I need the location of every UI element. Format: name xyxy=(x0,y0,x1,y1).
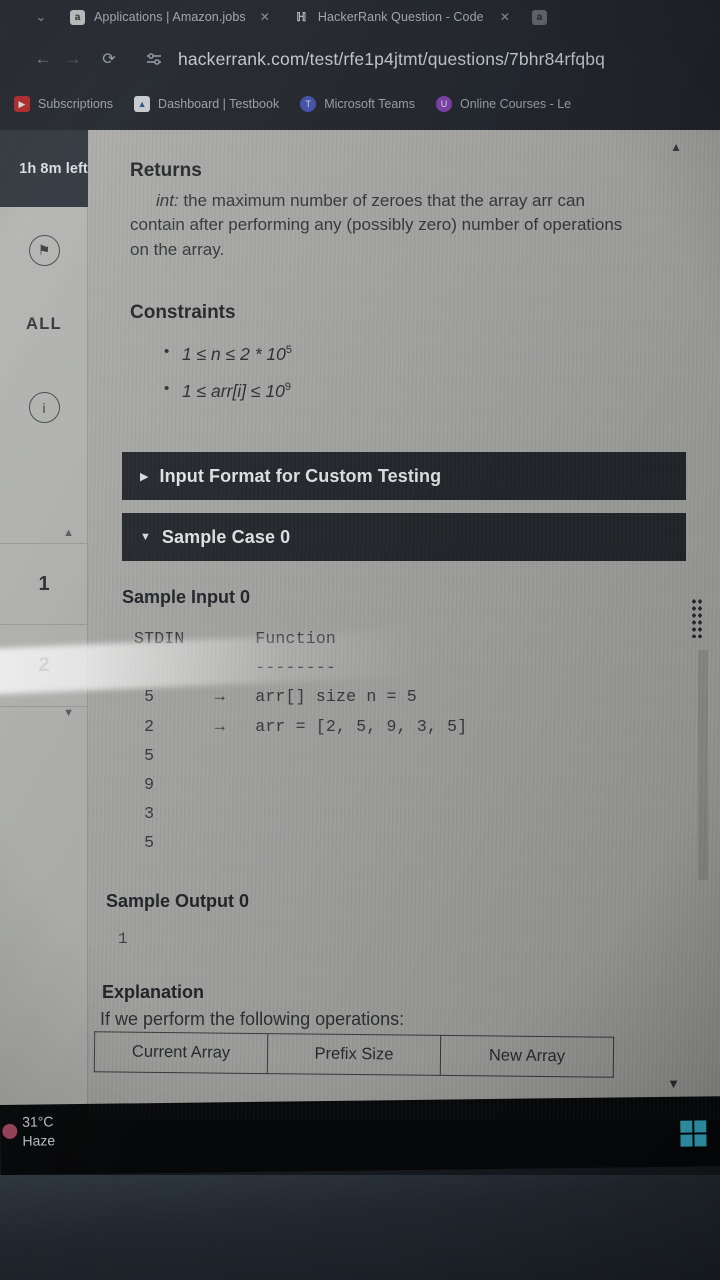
browser-chrome: ⌄ a Applications | Amazon.jobs ✕ ℍ Hacke… xyxy=(0,0,720,130)
constraint-text: 1 ≤ n ≤ 2 * 10 xyxy=(182,344,286,365)
returns-heading: Returns xyxy=(130,160,202,181)
address-bar-row: ← → ⟳ hackerrank.com/test/rfe1p4jtmt/que… xyxy=(0,34,720,84)
bookmark-subscriptions[interactable]: ▶ Subscriptions xyxy=(14,96,113,112)
bookmark-testbook[interactable]: ▲ Dashboard | Testbook xyxy=(134,96,279,112)
question-body: Returns int: the maximum number of zeroe… xyxy=(88,130,720,402)
sample-output-code: 1 xyxy=(118,929,128,948)
explanation-heading: Explanation xyxy=(102,981,205,1002)
section-sample-case-0[interactable]: ▼ Sample Case 0 xyxy=(122,513,686,562)
section-label: Sample Case 0 xyxy=(161,526,291,547)
youtube-icon: ▶ xyxy=(14,96,30,112)
hackerrank-test-app: 1h 8m left ⚑ ALL i ▲ 1 2 ▼ ▲ ▼ Returns i… xyxy=(0,130,720,1105)
constraint-item: 1 ≤ arr[i] ≤ 109 xyxy=(164,380,686,402)
weather-text: 31°C Haze xyxy=(22,1112,55,1150)
question-nav-item-2[interactable]: 2 xyxy=(0,625,88,707)
constraint-item: 1 ≤ n ≤ 2 * 105 xyxy=(164,343,686,365)
browser-tab-partial[interactable]: a xyxy=(528,3,551,31)
site-settings-icon[interactable] xyxy=(146,52,164,67)
close-icon[interactable]: ✕ xyxy=(260,10,270,24)
explanation-text: If we perform the following operations: xyxy=(100,1008,405,1029)
bookmark-label: Online Courses - Le xyxy=(459,97,572,111)
weather-icon xyxy=(2,1124,18,1140)
returns-text: the maximum number of zeroes that the ar… xyxy=(130,191,623,259)
chevron-down-icon: ▼ xyxy=(140,531,151,544)
windows-taskbar: 31°C Haze xyxy=(0,1096,720,1175)
question-navigator: ▲ 1 2 ▼ xyxy=(0,527,88,723)
bookmark-label: Dashboard | Testbook xyxy=(158,97,280,111)
qnav-up-icon[interactable]: ▲ xyxy=(0,527,88,543)
sample-output-heading: Sample Output 0 xyxy=(106,890,250,911)
info-icon[interactable]: i xyxy=(0,392,88,423)
table-header-cell: Current Array xyxy=(94,1031,268,1074)
bookmark-online-courses[interactable]: U Online Courses - Le xyxy=(435,96,572,112)
taskbar-weather-widget[interactable]: 31°C Haze xyxy=(2,1112,55,1150)
testbook-icon: ▲ xyxy=(134,96,151,112)
qnav-down-icon[interactable]: ▼ xyxy=(0,707,88,723)
chevron-right-icon: ▶ xyxy=(140,470,149,483)
section-label: Input Format for Custom Testing xyxy=(159,465,442,486)
tab-title: Applications | Amazon.jobs xyxy=(94,10,246,24)
table-header-cell: Prefix Size xyxy=(267,1033,441,1076)
courses-icon: U xyxy=(435,96,452,112)
table-header-row: Current Array Prefix Size New Array xyxy=(94,1031,614,1077)
flag-icon[interactable]: ⚑ xyxy=(0,235,88,266)
section-input-format-for-custom-testing[interactable]: ▶ Input Format for Custom Testing xyxy=(122,452,686,501)
constraints-heading: Constraints xyxy=(130,302,236,324)
constraint-exponent: 5 xyxy=(285,344,292,357)
back-icon[interactable]: ← xyxy=(28,49,58,69)
returns-description: int: the maximum number of zeroes that t… xyxy=(130,189,642,262)
timer-label: 1h 8m left xyxy=(19,160,88,177)
panel-resize-grip[interactable] xyxy=(691,598,704,638)
left-rail: ⚑ ALL i ▲ 1 2 ▼ xyxy=(0,207,88,1105)
hackerrank-favicon: ℍ xyxy=(296,10,307,24)
sample-input-code: STDIN Function -------- 5 → arr[] size n… xyxy=(134,629,468,852)
amazon-favicon: a xyxy=(70,9,85,25)
bookmark-label: Microsoft Teams xyxy=(324,97,415,111)
scroll-down-icon[interactable]: ▼ xyxy=(667,1076,680,1091)
flag-glyph: ⚑ xyxy=(28,235,60,266)
tab-title: HackerRank Question - Code C xyxy=(317,10,486,24)
bookmark-label: Subscriptions xyxy=(38,97,114,111)
weather-condition: Haze xyxy=(22,1132,56,1149)
tab-strip: ⌄ a Applications | Amazon.jobs ✕ ℍ Hacke… xyxy=(0,0,720,34)
constraints-list: 1 ≤ n ≤ 2 * 105 1 ≤ arr[i] ≤ 109 xyxy=(164,343,686,402)
bookmarks-bar: ▶ Subscriptions ▲ Dashboard | Testbook T… xyxy=(0,84,720,124)
browser-tab-hackerrank[interactable]: ℍ HackerRank Question - Code C ✕ xyxy=(290,3,514,31)
sample-input-heading: Sample Input 0 xyxy=(122,587,251,608)
filter-all-label[interactable]: ALL xyxy=(0,315,88,334)
bookmark-microsoft-teams[interactable]: T Microsoft Teams xyxy=(300,96,415,112)
scroll-up-icon[interactable]: ▲ xyxy=(670,140,682,154)
teams-icon: T xyxy=(300,96,317,112)
explanation-table: Current Array Prefix Size New Array xyxy=(94,1031,614,1077)
constraint-text: 1 ≤ arr[i] ≤ 10 xyxy=(182,381,285,402)
tab-search-chevron-down-icon[interactable]: ⌄ xyxy=(30,9,52,25)
close-icon[interactable]: ✕ xyxy=(500,10,510,24)
constraint-exponent: 9 xyxy=(284,381,291,394)
returns-type: int: xyxy=(156,191,179,210)
browser-tab-amazon-jobs[interactable]: a Applications | Amazon.jobs ✕ xyxy=(66,3,274,31)
table-header-cell: New Array xyxy=(440,1035,614,1077)
device-screen: ⌄ a Applications | Amazon.jobs ✕ ℍ Hacke… xyxy=(0,0,720,1280)
weather-temperature: 31°C xyxy=(22,1113,54,1130)
info-glyph: i xyxy=(28,392,60,423)
amazon-favicon-2: a xyxy=(531,9,547,25)
device-bezel xyxy=(0,1175,720,1280)
forward-icon[interactable]: → xyxy=(58,49,88,69)
question-content-panel: ▲ ▼ Returns int: the maximum number of z… xyxy=(88,130,720,1105)
reload-icon[interactable]: ⟳ xyxy=(94,49,124,69)
url-input[interactable]: hackerrank.com/test/rfe1p4jtmt/questions… xyxy=(178,49,605,70)
windows-logo-icon[interactable] xyxy=(680,1120,707,1147)
content-scrollbar-thumb[interactable] xyxy=(698,650,708,880)
question-nav-item-1[interactable]: 1 xyxy=(0,543,88,625)
